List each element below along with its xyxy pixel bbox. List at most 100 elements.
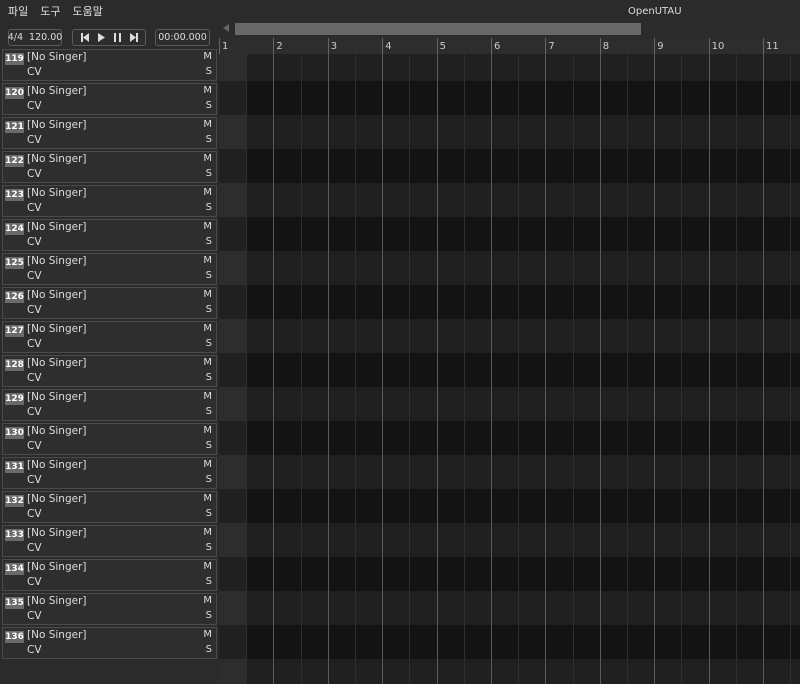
track-header[interactable]: 134 [No Singer] CV M S: [2, 559, 217, 591]
scroll-left-icon[interactable]: [223, 24, 229, 32]
phonemizer-selector[interactable]: CV: [27, 304, 42, 316]
track-header[interactable]: 125 [No Singer] CV M S: [2, 253, 217, 285]
singer-selector[interactable]: [No Singer]: [27, 85, 87, 97]
solo-button[interactable]: S: [206, 66, 212, 77]
singer-selector[interactable]: [No Singer]: [27, 425, 87, 437]
solo-button[interactable]: S: [206, 270, 212, 281]
solo-button[interactable]: S: [206, 576, 212, 587]
menu-file[interactable]: 파일: [8, 3, 28, 19]
menu-help[interactable]: 도움말: [73, 3, 103, 19]
singer-selector[interactable]: [No Singer]: [27, 323, 87, 335]
singer-selector[interactable]: [No Singer]: [27, 221, 87, 233]
phonemizer-selector[interactable]: CV: [27, 236, 42, 248]
phonemizer-selector[interactable]: CV: [27, 474, 42, 486]
singer-selector[interactable]: [No Singer]: [27, 527, 87, 539]
mute-button[interactable]: M: [203, 85, 212, 96]
singer-selector[interactable]: [No Singer]: [27, 51, 87, 63]
singer-selector[interactable]: [No Singer]: [27, 255, 87, 267]
track-header[interactable]: 131 [No Singer] CV M S: [2, 457, 217, 489]
solo-button[interactable]: S: [206, 100, 212, 111]
phonemizer-selector[interactable]: CV: [27, 644, 42, 656]
menu-tools[interactable]: 도구: [40, 3, 60, 19]
mute-button[interactable]: M: [203, 153, 212, 164]
singer-selector[interactable]: [No Singer]: [27, 629, 87, 641]
track-header[interactable]: 119 [No Singer] CV M S: [2, 49, 217, 81]
solo-button[interactable]: S: [206, 440, 212, 451]
singer-selector[interactable]: [No Singer]: [27, 153, 87, 165]
singer-selector[interactable]: [No Singer]: [27, 493, 87, 505]
skip-end-icon[interactable]: [129, 33, 138, 42]
play-icon[interactable]: [97, 33, 105, 42]
phonemizer-selector[interactable]: CV: [27, 134, 42, 146]
solo-button[interactable]: S: [206, 406, 212, 417]
singer-selector[interactable]: [No Singer]: [27, 391, 87, 403]
singer-selector[interactable]: [No Singer]: [27, 289, 87, 301]
horizontal-scrollbar[interactable]: [235, 23, 641, 35]
phonemizer-selector[interactable]: CV: [27, 440, 42, 452]
phonemizer-selector[interactable]: CV: [27, 66, 42, 78]
solo-button[interactable]: S: [206, 474, 212, 485]
solo-button[interactable]: S: [206, 372, 212, 383]
phonemizer-selector[interactable]: CV: [27, 576, 42, 588]
phonemizer-selector[interactable]: CV: [27, 542, 42, 554]
mute-button[interactable]: M: [203, 119, 212, 130]
mute-button[interactable]: M: [203, 323, 212, 334]
track-header[interactable]: 122 [No Singer] CV M S: [2, 151, 217, 183]
phonemizer-selector[interactable]: CV: [27, 508, 42, 520]
track-header[interactable]: 133 [No Singer] CV M S: [2, 525, 217, 557]
track-header[interactable]: 129 [No Singer] CV M S: [2, 389, 217, 421]
mute-button[interactable]: M: [203, 255, 212, 266]
solo-button[interactable]: S: [206, 644, 212, 655]
track-header[interactable]: 135 [No Singer] CV M S: [2, 593, 217, 625]
mute-button[interactable]: M: [203, 391, 212, 402]
skip-start-icon[interactable]: [80, 33, 89, 42]
track-header[interactable]: 123 [No Singer] CV M S: [2, 185, 217, 217]
track-header[interactable]: 124 [No Singer] CV M S: [2, 219, 217, 251]
track-header[interactable]: 128 [No Singer] CV M S: [2, 355, 217, 387]
singer-selector[interactable]: [No Singer]: [27, 561, 87, 573]
track-header[interactable]: 121 [No Singer] CV M S: [2, 117, 217, 149]
mute-button[interactable]: M: [203, 493, 212, 504]
singer-selector[interactable]: [No Singer]: [27, 595, 87, 607]
phonemizer-selector[interactable]: CV: [27, 100, 42, 112]
phonemizer-selector[interactable]: CV: [27, 406, 42, 418]
phonemizer-selector[interactable]: CV: [27, 168, 42, 180]
solo-button[interactable]: S: [206, 202, 212, 213]
mute-button[interactable]: M: [203, 595, 212, 606]
mute-button[interactable]: M: [203, 459, 212, 470]
solo-button[interactable]: S: [206, 338, 212, 349]
mute-button[interactable]: M: [203, 425, 212, 436]
mute-button[interactable]: M: [203, 629, 212, 640]
solo-button[interactable]: S: [206, 236, 212, 247]
track-header[interactable]: 132 [No Singer] CV M S: [2, 491, 217, 523]
timeline-ruler[interactable]: 1 2 3 4 5 6 7 8 9 10 11: [219, 38, 800, 54]
track-header[interactable]: 127 [No Singer] CV M S: [2, 321, 217, 353]
solo-button[interactable]: S: [206, 610, 212, 621]
mute-button[interactable]: M: [203, 561, 212, 572]
solo-button[interactable]: S: [206, 134, 212, 145]
phonemizer-selector[interactable]: CV: [27, 202, 42, 214]
singer-selector[interactable]: [No Singer]: [27, 459, 87, 471]
solo-button[interactable]: S: [206, 542, 212, 553]
mute-button[interactable]: M: [203, 527, 212, 538]
solo-button[interactable]: S: [206, 168, 212, 179]
phonemizer-selector[interactable]: CV: [27, 372, 42, 384]
mute-button[interactable]: M: [203, 51, 212, 62]
track-grid[interactable]: [219, 54, 800, 684]
phonemizer-selector[interactable]: CV: [27, 610, 42, 622]
pause-icon[interactable]: [113, 33, 121, 42]
phonemizer-selector[interactable]: CV: [27, 270, 42, 282]
solo-button[interactable]: S: [206, 508, 212, 519]
singer-selector[interactable]: [No Singer]: [27, 357, 87, 369]
phonemizer-selector[interactable]: CV: [27, 338, 42, 350]
track-header[interactable]: 130 [No Singer] CV M S: [2, 423, 217, 455]
solo-button[interactable]: S: [206, 304, 212, 315]
mute-button[interactable]: M: [203, 221, 212, 232]
singer-selector[interactable]: [No Singer]: [27, 187, 87, 199]
mute-button[interactable]: M: [203, 357, 212, 368]
track-header[interactable]: 120 [No Singer] CV M S: [2, 83, 217, 115]
track-header[interactable]: 136 [No Singer] CV M S: [2, 627, 217, 659]
singer-selector[interactable]: [No Singer]: [27, 119, 87, 131]
tempo-button[interactable]: 4/4 120.00: [8, 29, 62, 46]
mute-button[interactable]: M: [203, 289, 212, 300]
